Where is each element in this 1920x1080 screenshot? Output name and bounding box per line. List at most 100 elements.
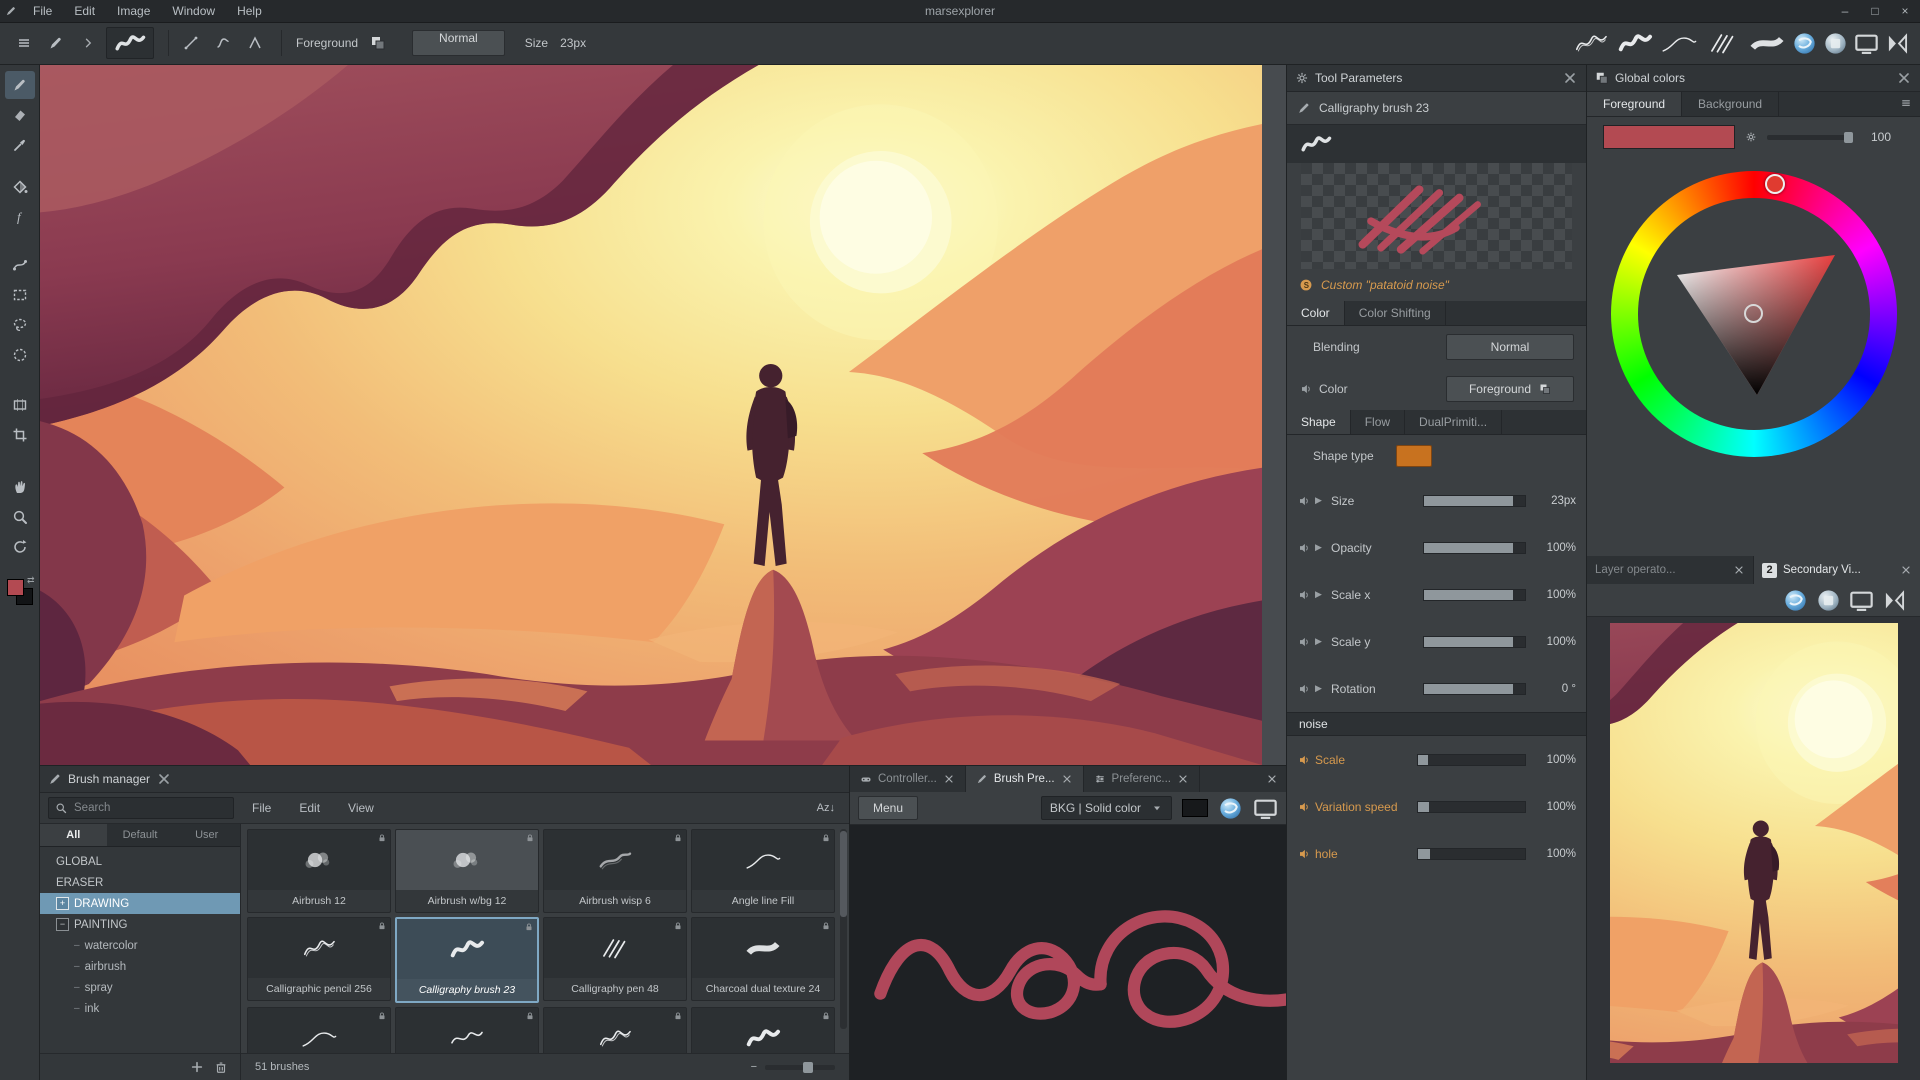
angle-line-tool-icon[interactable] [241, 29, 269, 57]
brush-cell[interactable]: Airbrush w/bg 12 [395, 829, 539, 913]
add-group-icon[interactable] [190, 1060, 204, 1074]
blending-dropdown[interactable]: Normal [1446, 334, 1574, 360]
tool-eraser[interactable] [5, 101, 35, 129]
close-icon[interactable] [1562, 70, 1578, 86]
sphere-blue-icon[interactable] [1783, 588, 1808, 613]
color-source-dropdown[interactable]: Foreground [1446, 376, 1574, 402]
expander-icon[interactable]: ▶ [1315, 636, 1325, 647]
input-icon[interactable] [1297, 683, 1309, 695]
hole-slider[interactable] [1417, 848, 1526, 860]
preview-menu-button[interactable]: Menu [858, 796, 918, 820]
brush-manager-header[interactable]: Brush manager [40, 766, 849, 793]
tool-fill[interactable] [5, 173, 35, 201]
tree-item-airbrush[interactable]: –airbrush [40, 956, 240, 977]
tree-item-spray[interactable]: –spray [40, 977, 240, 998]
display-icon[interactable] [1849, 588, 1874, 613]
brush-cell[interactable] [247, 1007, 391, 1053]
tab-color[interactable]: Color [1287, 301, 1345, 325]
tab-brush-preview[interactable]: Brush Pre... [966, 766, 1084, 792]
search-field[interactable] [72, 801, 206, 815]
variation-speed-slider[interactable] [1417, 801, 1526, 813]
sphere-blue-icon[interactable] [1218, 796, 1243, 821]
filter-all[interactable]: All [40, 824, 107, 846]
alpha-slider-thumb[interactable] [1844, 132, 1853, 143]
noise-scale-slider[interactable] [1417, 754, 1526, 766]
brush-cell[interactable] [691, 1007, 835, 1053]
close-panel-icon[interactable] [1266, 773, 1278, 785]
input-icon[interactable] [1297, 636, 1309, 648]
tab-controller[interactable]: Controller... [850, 766, 966, 792]
sphere-gray-icon[interactable] [1816, 588, 1841, 613]
menu-window[interactable]: Window [161, 0, 226, 22]
tool-ellipse-select[interactable] [5, 341, 35, 369]
tab-secondary-view[interactable]: 2 Secondary Vi... [1754, 556, 1920, 584]
tool-effects[interactable] [5, 203, 35, 231]
scale-x-slider[interactable] [1423, 589, 1526, 601]
expand-chevron-icon[interactable] [74, 29, 102, 57]
panel-menu-icon[interactable] [1900, 97, 1912, 109]
current-brush-preview[interactable] [106, 27, 154, 59]
tree-item-drawing[interactable]: +DRAWING [40, 893, 240, 914]
bm-menu-edit[interactable]: Edit [289, 801, 330, 815]
delete-group-icon[interactable] [214, 1060, 228, 1074]
tool-rect-select[interactable] [5, 281, 35, 309]
toolbar-options-icon[interactable] [10, 29, 38, 57]
tool-rotate-view[interactable] [5, 533, 35, 561]
tab-preferences[interactable]: Preferenc... [1084, 766, 1200, 792]
tool-color-picker[interactable] [5, 131, 35, 159]
global-colors-header[interactable]: Global colors [1587, 65, 1920, 92]
flip-icon[interactable] [1882, 588, 1907, 613]
flip-icon[interactable] [1885, 31, 1910, 56]
fg-bg-swatch-icon[interactable] [364, 29, 392, 57]
zoom-out-icon[interactable]: − [751, 1061, 757, 1073]
tab-background[interactable]: Background [1682, 92, 1779, 116]
size-slider[interactable] [1423, 495, 1526, 507]
close-button[interactable]: × [1890, 0, 1920, 22]
input-icon[interactable] [1297, 495, 1309, 507]
tab-shape[interactable]: Shape [1287, 410, 1351, 434]
close-icon[interactable] [943, 773, 955, 785]
bm-menu-view[interactable]: View [338, 801, 384, 815]
tool-inking[interactable] [5, 251, 35, 279]
zoom-slider-track[interactable] [765, 1065, 835, 1070]
input-icon[interactable] [1299, 383, 1311, 395]
tool-frame-edit[interactable] [5, 391, 35, 419]
menu-image[interactable]: Image [106, 0, 161, 22]
filter-user[interactable]: User [173, 824, 240, 846]
bm-menu-file[interactable]: File [242, 801, 281, 815]
close-icon[interactable] [1733, 564, 1745, 576]
tool-parameters-header[interactable]: Tool Parameters [1287, 65, 1586, 92]
tab-color-shifting[interactable]: Color Shifting [1345, 301, 1446, 325]
size-value[interactable]: 23px [560, 36, 586, 50]
tree-item-painting[interactable]: −PAINTING [40, 914, 240, 935]
input-icon[interactable] [1297, 801, 1309, 813]
background-select[interactable]: BKG | Solid color [1041, 796, 1172, 820]
brush-grid-scrollbar[interactable] [840, 829, 847, 1029]
menu-file[interactable]: File [22, 0, 63, 22]
brush-cell[interactable]: Angle line Fill [691, 829, 835, 913]
swap-colors-icon[interactable]: ⇄ [27, 575, 35, 586]
blend-mode-dropdown[interactable]: Normal [412, 30, 505, 56]
curve-tool-icon[interactable] [209, 29, 237, 57]
tab-layer-operations[interactable]: Layer operato... [1587, 556, 1754, 584]
filter-default[interactable]: Default [107, 824, 174, 846]
display-icon[interactable] [1854, 31, 1879, 56]
sort-az-icon[interactable]: Az↓ [817, 802, 841, 814]
foreground-color-swatch[interactable] [7, 579, 24, 596]
brush-shortcut-4-icon[interactable] [1704, 30, 1742, 56]
expander-icon[interactable]: ▶ [1315, 495, 1325, 506]
brush-cell[interactable]: Charcoal dual texture 24 [691, 917, 835, 1001]
color-wheel[interactable] [1611, 171, 1897, 457]
brush-cell[interactable] [543, 1007, 687, 1053]
scrollbar-thumb[interactable] [840, 831, 847, 917]
tab-foreground[interactable]: Foreground [1587, 92, 1682, 116]
maximize-button[interactable]: □ [1860, 0, 1890, 22]
brush-cell[interactable]: Calligraphic pencil 256 [247, 917, 391, 1001]
zoom-slider-thumb[interactable] [803, 1062, 813, 1073]
tree-item-watercolor[interactable]: –watercolor [40, 935, 240, 956]
sv-cursor[interactable] [1744, 304, 1763, 323]
tab-dualprimitive[interactable]: DualPrimiti... [1405, 410, 1502, 434]
brush-shortcut-2-icon[interactable] [1616, 30, 1654, 56]
brush-shortcut-5-icon[interactable] [1748, 30, 1786, 56]
current-color-swatch[interactable] [1603, 125, 1735, 149]
